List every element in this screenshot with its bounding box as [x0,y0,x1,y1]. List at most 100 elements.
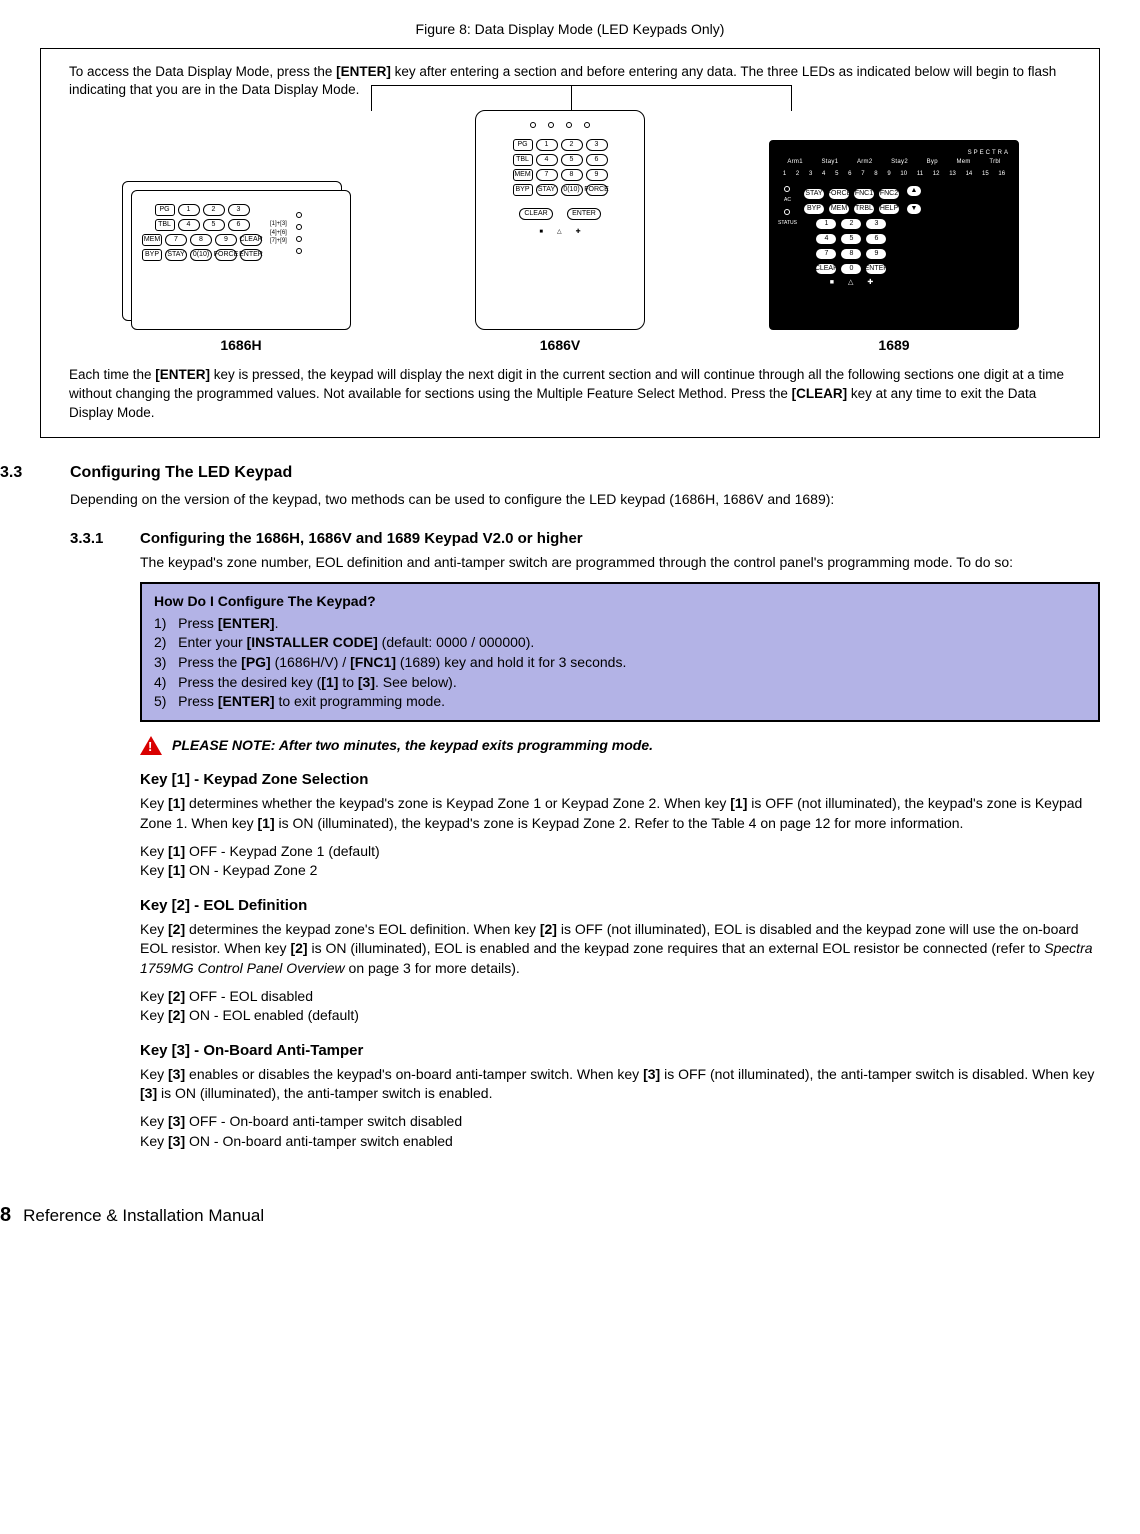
kp-btn: 9 [215,234,237,246]
section-3-3-header: 3.3 Configuring The LED Keypad [0,462,1100,484]
kp-btn: 9 [586,169,608,181]
kp-btn: 4 [815,233,837,245]
figure-intro-t1: To access the Data Display Mode, press t… [69,64,336,79]
device-1686v: PG123 TBL456 MEM789 BYPSTAY0(10)FORCE CL… [475,110,645,330]
kp-btn: FNC1 [853,188,875,200]
kp-hdr: Trbl [989,158,1000,166]
kp-led-label: [4]+[6] [270,229,287,237]
figure-intro-key-enter: [ENTER] [336,64,391,79]
howto-box: How Do I Configure The Keypad? 1) Press … [140,582,1100,722]
kp-hdr: Arm1 [787,158,803,166]
howto-step-3: 3) Press the [PG] (1686H/V) / [FNC1] (16… [154,653,1086,673]
kp-btn: MEM [142,234,162,246]
kp-hdr: Arm2 [857,158,873,166]
howto-step-2: 2) Enter your [INSTALLER CODE] (default:… [154,633,1086,653]
kp-btn: 4 [536,154,558,166]
footer-text: Reference & Installation Manual [23,1204,264,1228]
figure-box: To access the Data Display Mode, press t… [40,48,1100,438]
kp-btn: 1 [815,218,837,230]
key2-title: Key [2] - EOL Definition [140,895,1100,916]
fo-key-clear: [CLEAR] [792,386,848,401]
keypad-1686h: PG123 TBL456 MEM789CLEAR BYPSTAY0(10)FOR… [131,190,351,356]
section-num: 3.3 [0,462,50,484]
kp-btn: 0(10) [190,249,212,261]
keypad-1686v: PG123 TBL456 MEM789 BYPSTAY0(10)FORCE CL… [475,110,645,356]
kp-btn: 8 [561,169,583,181]
howto-list: 1) Press [ENTER]. 2) Enter your [INSTALL… [154,614,1086,712]
keypad-1689: SPECTRA Arm1Stay1Arm2Stay2BypMemTrbl 123… [769,140,1019,356]
kp-btn: MEM [828,203,850,215]
kp-btn: 5 [561,154,583,166]
kp-btn: BYP [803,203,825,215]
kp-btn: HELP [878,203,900,215]
key3-para: Key [3] enables or disables the keypad's… [140,1065,1100,1104]
kp-btn: PG [513,139,533,151]
section-3-3-body: Depending on the version of the keypad, … [70,490,1100,510]
note-text: PLEASE NOTE: After two minutes, the keyp… [172,736,653,756]
keypad-row: PG123 TBL456 MEM789CLEAR BYPSTAY0(10)FOR… [69,110,1081,356]
device-1686h: PG123 TBL456 MEM789CLEAR BYPSTAY0(10)FOR… [131,190,351,330]
key3-off: Key [3] OFF - On-board anti-tamper switc… [140,1112,1100,1132]
kp-btn: 8 [840,248,862,260]
kp-btn: 2 [203,204,225,216]
keypad-label-1686v: 1686V [540,336,580,356]
subsection-3-3-1-header: 3.3.1 Configuring the 1686H, 1686V and 1… [70,528,1100,549]
keypad-label-1686h: 1686H [220,336,261,356]
key3-title: Key [3] - On-Board Anti-Tamper [140,1040,1100,1061]
howto-step-4: 4) Press the desired key ([1] to [3]. Se… [154,673,1086,693]
section-title: Configuring The LED Keypad [70,462,292,484]
kp-btn: FNC2 [878,188,900,200]
kp-btn: STAY [165,249,187,261]
kp-led-label: [1]+[3] [270,220,287,228]
kp-hdr: Byp [927,158,938,166]
kp-btn: ENTER [865,263,887,275]
kp-btn: PG [155,204,175,216]
page-number: 8 [0,1201,11,1229]
kp-btn: 3 [586,139,608,151]
kp-btn: CLEAR [240,234,262,246]
key1-para: Key [1] determines whether the keypad's … [140,794,1100,833]
kp-btn: 9 [865,248,887,260]
key1-on: Key [1] ON - Keypad Zone 2 [140,861,1100,881]
kp-btn: ENTER [240,249,262,261]
kp-brand: SPECTRA [778,149,1010,157]
kp-btn: 1 [178,204,200,216]
kp-arrow-down: ▼ [906,203,922,215]
kp-btn: 1 [536,139,558,151]
kp-btn: 4 [178,219,200,231]
kp-btn: FORCE [586,184,608,196]
kp-btn: 2 [561,139,583,151]
kp-btn: 6 [865,233,887,245]
kp-btn: 8 [190,234,212,246]
kp-btn: CLEAR [519,208,553,220]
kp-btn: CLEAR [815,263,837,275]
kp-btn: 2 [840,218,862,230]
kp-led-label: [7]+[9] [270,237,287,245]
key1-title: Key [1] - Keypad Zone Selection [140,769,1100,790]
figure-caption: Figure 8: Data Display Mode (LED Keypads… [40,20,1100,40]
key3-on: Key [3] ON - On-board anti-tamper switch… [140,1132,1100,1152]
kp-btn: 5 [840,233,862,245]
key2-para: Key [2] determines the keypad zone's EOL… [140,920,1100,979]
kp-btn: TRBL [853,203,875,215]
kp-hdr: Stay2 [891,158,908,166]
kp-btn: FORCE [828,188,850,200]
kp-btn: ENTER [567,208,601,220]
fo-key-enter: [ENTER] [155,367,210,382]
howto-title: How Do I Configure The Keypad? [154,592,1086,612]
howto-step-1: 1) Press [ENTER]. [154,614,1086,634]
kp-btn: 3 [228,204,250,216]
kp-btn: MEM [513,169,533,181]
kp-btn: 6 [228,219,250,231]
kp-btn: 0 [840,263,862,275]
device-1689: SPECTRA Arm1Stay1Arm2Stay2BypMemTrbl 123… [769,140,1019,330]
kp-btn: TBL [155,219,175,231]
kp-btn: TBL [513,154,533,166]
kp-btn: 7 [815,248,837,260]
figure-outro: Each time the [ENTER] key is pressed, th… [69,366,1081,423]
keypad-label-1689: 1689 [878,336,909,356]
howto-step-5: 5) Press [ENTER] to exit programming mod… [154,692,1086,712]
kp-btn: 5 [203,219,225,231]
page-footer: 8 Reference & Installation Manual [0,1201,1100,1229]
subsection-intro: The keypad's zone number, EOL definition… [140,553,1100,573]
